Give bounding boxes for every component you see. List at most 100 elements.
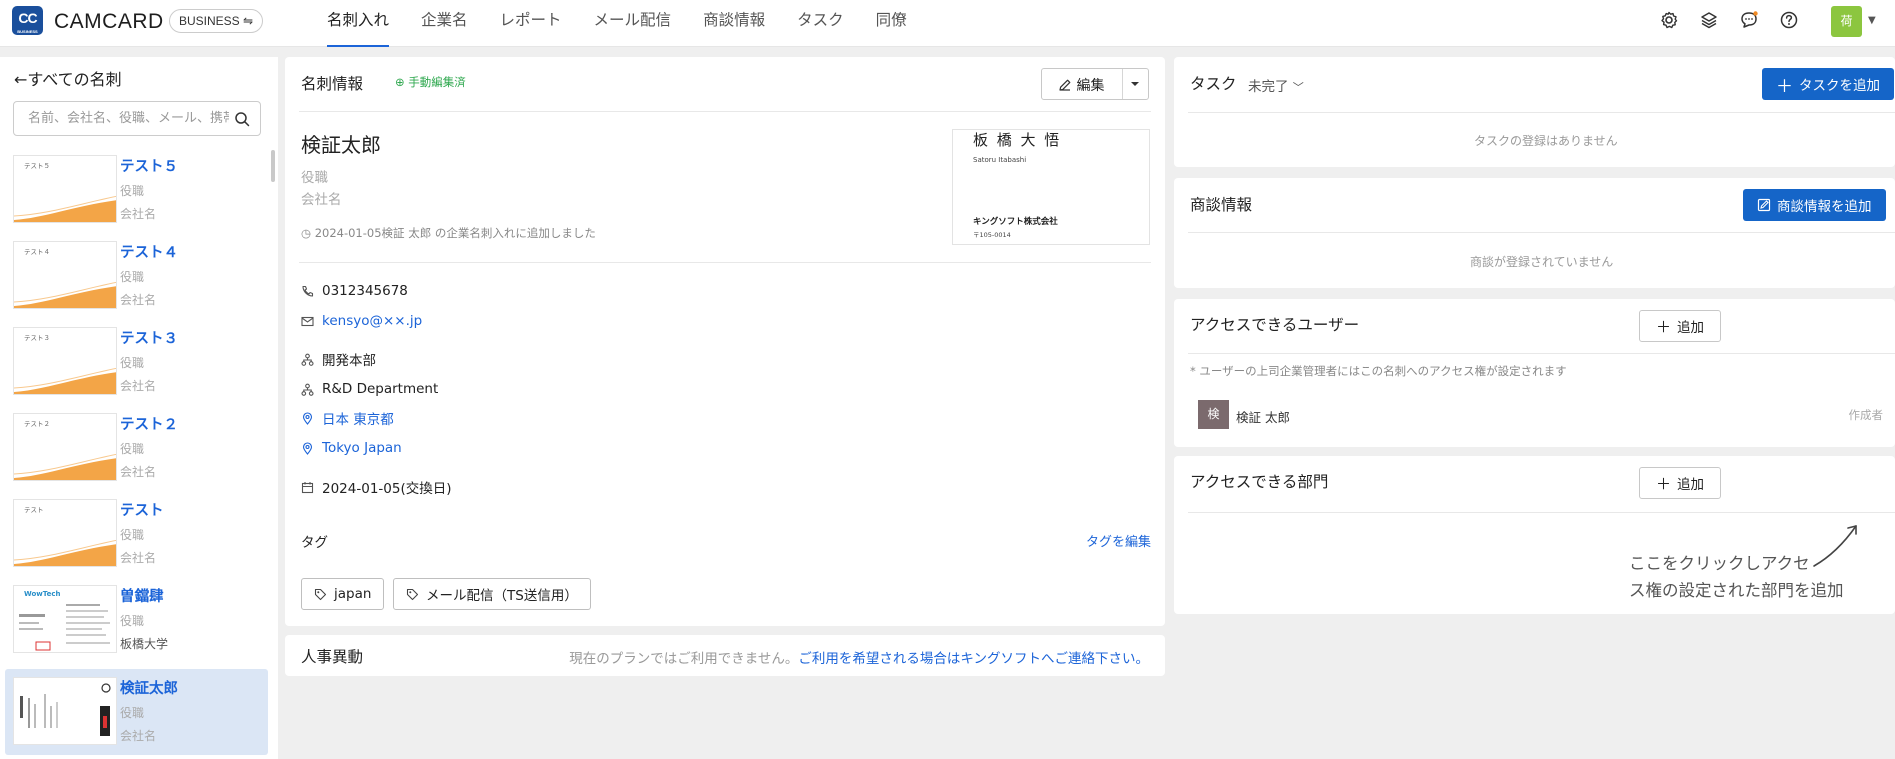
nav-email-campaign[interactable]: メール配信 bbox=[578, 0, 688, 47]
card-search-input[interactable] bbox=[14, 102, 229, 135]
card-list-item[interactable]: テスト２ テスト２ 役職 会社名 bbox=[5, 411, 268, 497]
user-avatar[interactable]: 荷 bbox=[1831, 6, 1862, 37]
history-line: ◷ 2024-01-05検証 太郎 の企業名刺入れに追加しました bbox=[301, 225, 596, 241]
nav-colleagues[interactable]: 同僚 bbox=[860, 0, 923, 47]
chat-icon[interactable] bbox=[1739, 10, 1759, 30]
address-en-link[interactable]: Tokyo Japan bbox=[322, 440, 402, 456]
user-avatar: 検 bbox=[1198, 400, 1229, 429]
add-deal-button[interactable]: 商談情報を追加 bbox=[1743, 189, 1886, 221]
arrow-left-icon: ← bbox=[14, 70, 28, 89]
nav-deals[interactable]: 商談情報 bbox=[687, 0, 781, 47]
logo-mark-subtext: BUSINESS bbox=[17, 29, 38, 34]
access-users-panel: アクセスできるユーザー * ユーザーの上司企業管理者にはこの名刺へのアクセス権が… bbox=[1174, 299, 1895, 447]
tag-icon bbox=[314, 588, 327, 600]
info-divider bbox=[299, 262, 1151, 263]
card-name: テスト２ bbox=[120, 417, 178, 433]
access-users-title: アクセスできるユーザー bbox=[1190, 316, 1360, 334]
card-list-sidebar: ←すべての名刺 テスト５ テスト５ 役職 会社名 テスト４ テスト４ 役職 bbox=[0, 57, 278, 759]
thumbnail-label: テスト５ bbox=[24, 162, 50, 170]
app-name[interactable]: CAMCARD bbox=[54, 10, 164, 34]
card-image-postal: 〒105-0014 bbox=[973, 231, 1011, 239]
search-icon[interactable] bbox=[234, 111, 250, 127]
add-task-button[interactable]: ＋ タスクを追加 bbox=[1762, 68, 1894, 100]
plus-icon: ＋ bbox=[1776, 76, 1793, 97]
task-status-filter[interactable]: 未完了 ﹀ bbox=[1248, 75, 1304, 95]
header-divider bbox=[299, 111, 1151, 112]
target-icon: ⊕ bbox=[395, 75, 405, 89]
thumbnail-wave bbox=[14, 368, 116, 394]
card-role: 役職 bbox=[120, 356, 145, 370]
plan-unavailable-text: 現在のプランではご利用できません。 bbox=[569, 651, 799, 667]
history-text: 2024-01-05検証 太郎 の企業名刺入れに追加しました bbox=[314, 226, 596, 240]
card-list-item[interactable]: テスト５ テスト５ 役職 会社名 bbox=[5, 153, 268, 239]
department-jp-row: 開発本部 bbox=[301, 349, 376, 369]
card-role: 役職 bbox=[120, 442, 145, 456]
plus-icon: ＋ bbox=[1655, 474, 1671, 493]
card-list-item-selected[interactable]: 検証太郎 役職 会社名 bbox=[5, 669, 268, 755]
person-company: 会社名 bbox=[301, 192, 342, 208]
thumbnail-wave bbox=[14, 454, 116, 480]
nav-companies[interactable]: 企業名 bbox=[405, 0, 484, 47]
add-access-dept-button[interactable]: ＋ 追加 bbox=[1639, 467, 1721, 499]
email-link[interactable]: kensyo@××.jp bbox=[322, 313, 422, 329]
phone-row: 0312345678 bbox=[301, 281, 408, 301]
nav-tasks[interactable]: タスク bbox=[781, 0, 860, 47]
department-en: R&D Department bbox=[322, 381, 439, 397]
tag-icon bbox=[406, 588, 419, 600]
tags-label: タグ bbox=[301, 535, 328, 551]
access-users-note: * ユーザーの上司企業管理者にはこの名刺へのアクセス権が設定されます bbox=[1190, 364, 1567, 378]
sidebar-scrollbar[interactable] bbox=[271, 150, 275, 182]
settings-icon[interactable] bbox=[1659, 10, 1679, 30]
card-name: テスト３ bbox=[120, 331, 178, 347]
address-jp-row: 日本 東京都 bbox=[301, 408, 394, 428]
card-list-item[interactable]: テスト テスト 役職 会社名 bbox=[5, 497, 268, 583]
caret-down-icon[interactable] bbox=[1130, 79, 1140, 89]
back-to-all-cards-link[interactable]: ←すべての名刺 bbox=[14, 66, 122, 90]
card-company: 会社名 bbox=[120, 465, 157, 479]
edit-tags-link[interactable]: タグを編集 bbox=[1086, 531, 1151, 550]
card-list: テスト５ テスト５ 役職 会社名 テスト４ テスト４ 役職 会社名 テスト３ テ… bbox=[5, 153, 268, 755]
thumbnail-label: テスト２ bbox=[24, 420, 50, 428]
add-deal-label: 商談情報を追加 bbox=[1777, 199, 1872, 215]
add-access-user-button[interactable]: ＋ 追加 bbox=[1639, 310, 1721, 342]
business-card-image[interactable]: 板 橋 大 悟 Satoru Itabashi キングソフト株式会社 〒105-… bbox=[952, 129, 1150, 245]
edit-label-text: 編集 bbox=[1076, 78, 1105, 94]
chevron-down-icon[interactable]: ▼ bbox=[1868, 15, 1876, 26]
card-detail-panel: 名刺情報 ⊕ 手動編集済 編集 検証太郎 役職 会社名 ◷ 2024-01-05… bbox=[285, 57, 1165, 626]
manual-edit-label: 手動編集済 bbox=[408, 75, 466, 89]
card-thumbnail: テスト bbox=[13, 499, 117, 567]
access-user-name: 検証 太郎 bbox=[1236, 410, 1290, 425]
edition-switch-badge[interactable]: BUSINESS ⇋ bbox=[169, 9, 264, 33]
card-thumbnail: WowTech bbox=[13, 585, 117, 653]
tag-chip[interactable]: japan bbox=[301, 578, 385, 610]
nav-card-holder[interactable]: 名刺入れ bbox=[311, 0, 405, 47]
tag-chip[interactable]: メール配信（TS送信用） bbox=[393, 578, 591, 610]
task-filter-value: 未完了 bbox=[1248, 79, 1289, 95]
card-name: 検証太郎 bbox=[120, 681, 178, 697]
layers-icon[interactable] bbox=[1699, 10, 1719, 30]
calendar-icon bbox=[301, 481, 314, 493]
camcard-logo-icon[interactable]: CC BUSINESS bbox=[12, 6, 43, 35]
help-icon[interactable] bbox=[1779, 10, 1799, 30]
location-pin-icon bbox=[302, 441, 313, 455]
chevron-down-icon: ﹀ bbox=[1292, 81, 1304, 94]
card-list-item[interactable]: テスト４ テスト４ 役職 会社名 bbox=[5, 239, 268, 325]
address-en-row: Tokyo Japan bbox=[301, 438, 402, 458]
thumbnail-wave bbox=[14, 196, 116, 222]
edit-button[interactable]: 編集 bbox=[1041, 68, 1149, 100]
hint-line-1: ここをクリックしアクセ bbox=[1629, 554, 1810, 573]
exchange-date: 2024-01-05(交換日) bbox=[322, 481, 452, 497]
org-chart-icon bbox=[301, 383, 314, 396]
card-company: 会社名 bbox=[120, 207, 157, 221]
mail-icon bbox=[301, 316, 314, 326]
contact-kingsoft-link[interactable]: ご利用を希望される場合はキングソフトへご連絡下さい。 bbox=[798, 651, 1149, 667]
phone-value[interactable]: 0312345678 bbox=[322, 283, 408, 299]
card-list-item[interactable]: テスト３ テスト３ 役職 会社名 bbox=[5, 325, 268, 411]
card-thumbnail bbox=[13, 677, 117, 745]
personnel-change-title: 人事異動 bbox=[301, 648, 364, 666]
card-thumbnail: テスト５ bbox=[13, 155, 117, 223]
address-jp-link[interactable]: 日本 東京都 bbox=[322, 408, 394, 428]
card-list-item[interactable]: WowTech 曽鐺肆 役職 板橋大学 bbox=[5, 583, 268, 669]
nav-reports[interactable]: レポート bbox=[484, 0, 578, 47]
org-chart-icon bbox=[301, 353, 314, 366]
